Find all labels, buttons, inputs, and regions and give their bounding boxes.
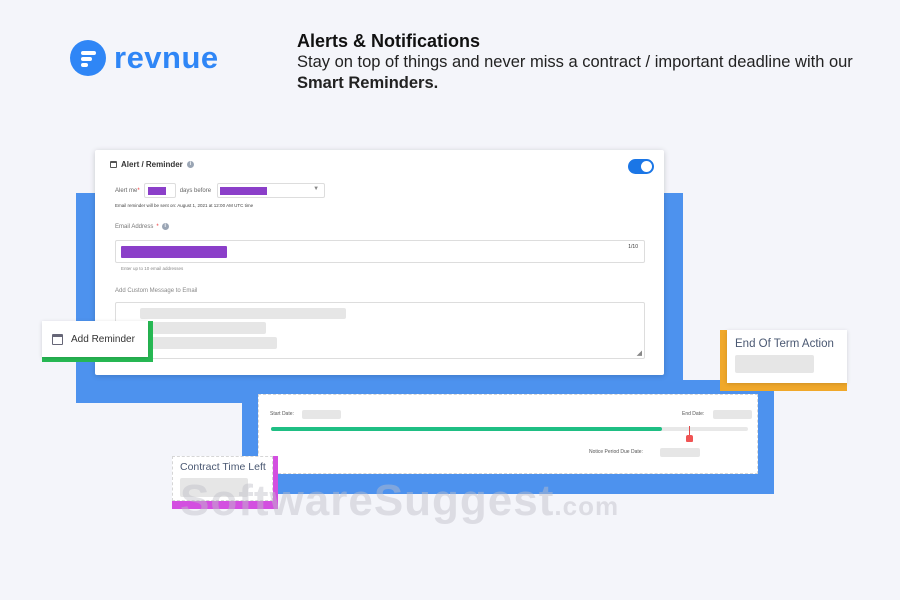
- watermark-suffix: .com: [554, 491, 620, 521]
- info-icon[interactable]: i: [186, 161, 194, 168]
- brand-logo: revnue: [70, 40, 219, 76]
- required-marker: *: [156, 223, 159, 230]
- message-placeholder-line: [140, 322, 266, 334]
- days-value-redacted: [147, 187, 166, 195]
- start-date-value-redacted: [302, 410, 341, 419]
- end-date-label: End Date:: [682, 411, 705, 417]
- calendar-icon: [52, 333, 63, 345]
- brand-name: revnue: [114, 40, 219, 75]
- message-placeholder-line: [140, 337, 277, 349]
- alert-me-label: Alert me*: [115, 188, 140, 194]
- watermark-main: SoftwareSuggest: [180, 476, 555, 525]
- timeline-track: [271, 427, 748, 431]
- alert-me-text: Alert me: [115, 187, 138, 194]
- card-title: Alert / Reminder i: [110, 160, 194, 169]
- headline-desc-text: Stay on top of things and never miss a c…: [297, 53, 853, 71]
- revnue-logo-icon: [70, 40, 106, 76]
- contract-time-left-label: Contract Time Left: [180, 461, 266, 473]
- email-count: 1/10: [628, 244, 638, 250]
- email-schedule-note: Email reminder will be sent on: August 1…: [115, 203, 254, 208]
- chevron-down-icon: ▼: [313, 186, 320, 192]
- days-input[interactable]: [143, 183, 176, 198]
- email-label: Email Address * i: [115, 223, 169, 230]
- message-placeholder-line: [140, 308, 346, 319]
- notice-period-label: Notice Period Due Date:: [589, 449, 643, 455]
- days-before-label: days before: [179, 187, 212, 194]
- email-chip-redacted: [121, 246, 227, 258]
- custom-message-label: Add Custom Message to Email: [115, 288, 198, 294]
- contract-timeline: Start Date: End Date: Notice Period Due …: [258, 394, 758, 474]
- calendar-icon: [110, 161, 117, 168]
- end-date-value-redacted: [713, 410, 752, 419]
- notice-date-value-redacted: [660, 448, 700, 457]
- card-title-text: Alert / Reminder: [121, 160, 183, 169]
- end-of-term-value-redacted: [735, 355, 814, 373]
- headline: Alerts & Notifications Stay on top of th…: [297, 30, 887, 94]
- date-field-select[interactable]: ▼: [217, 183, 326, 198]
- timeline-progress: [271, 427, 663, 431]
- custom-message-textarea[interactable]: ◢: [115, 302, 645, 359]
- notice-marker-line: [689, 426, 690, 435]
- email-hint: Enter up to 10 email addresses: [121, 266, 184, 271]
- resize-handle-icon[interactable]: ◢: [637, 349, 642, 357]
- headline-desc-bold: Smart Reminders.: [297, 74, 439, 92]
- notice-marker-icon[interactable]: [686, 435, 693, 442]
- watermark: SoftwareSuggest.com: [180, 476, 619, 526]
- end-of-term-label: End Of Term Action: [735, 338, 834, 350]
- alert-timing-row: Alert me* days before ▼: [115, 183, 326, 198]
- end-of-term-card: End Of Term Action: [720, 330, 847, 391]
- headline-description: Stay on top of things and never miss a c…: [297, 52, 887, 94]
- select-value-redacted: [220, 187, 268, 195]
- email-input[interactable]: 1/10: [115, 240, 645, 263]
- alert-reminder-card: Alert / Reminder i Alert me* days before…: [95, 150, 664, 375]
- info-icon[interactable]: i: [161, 223, 169, 230]
- add-reminder-button[interactable]: Add Reminder: [42, 321, 148, 357]
- email-label-text: Email Address: [115, 223, 154, 230]
- end-of-term-panel: End Of Term Action: [727, 330, 847, 383]
- required-marker: *: [137, 187, 140, 194]
- reminder-toggle[interactable]: [628, 159, 654, 174]
- start-date-label: Start Date:: [270, 411, 294, 417]
- headline-title: Alerts & Notifications: [297, 31, 481, 51]
- add-reminder-card: Add Reminder: [42, 321, 153, 362]
- add-reminder-label: Add Reminder: [71, 333, 135, 345]
